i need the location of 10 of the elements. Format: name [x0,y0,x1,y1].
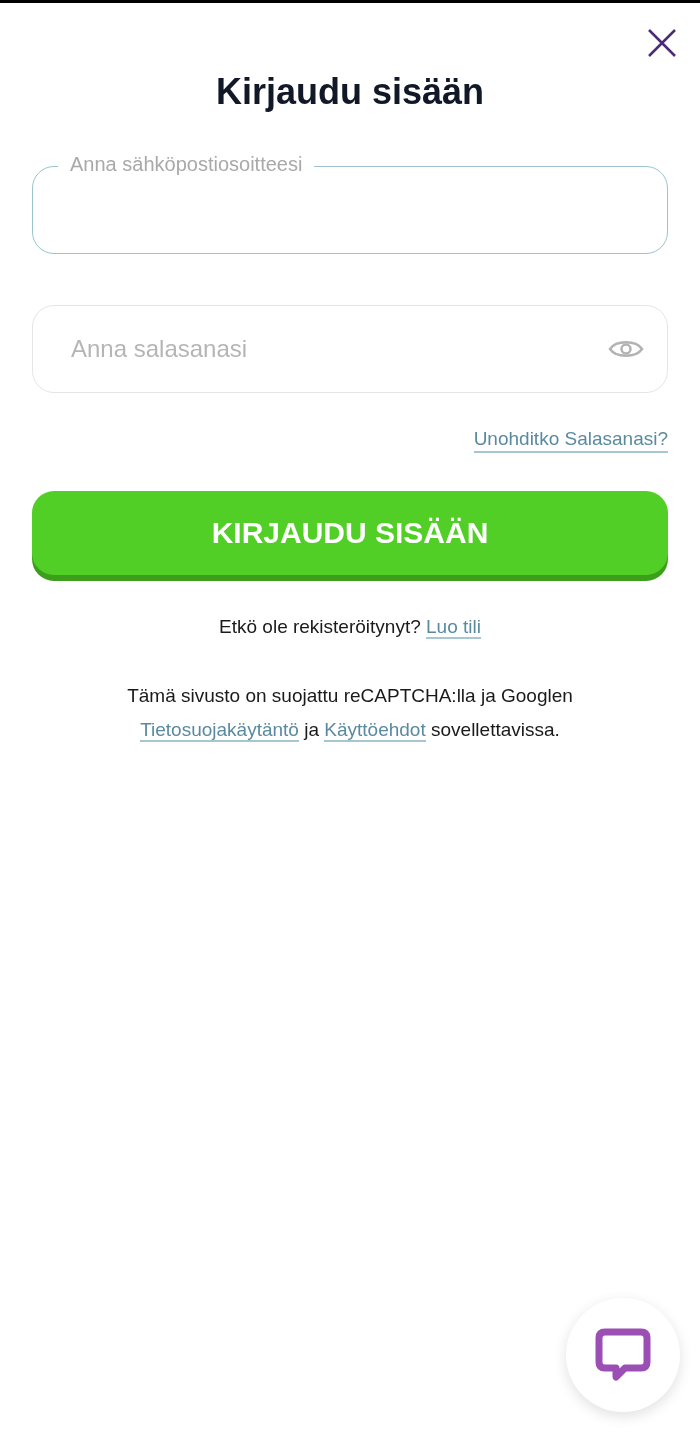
policy-link[interactable]: Käyttöehdot [324,719,426,743]
password-field[interactable]: Anna salasanasi [32,305,668,393]
forgot-password-link[interactable]: Unohditko Salasanasi? [473,427,668,453]
dialog-title: Kirjaudu sisään [214,70,486,114]
policy-link[interactable]: Tietosuojakäytäntö [140,719,299,743]
recaptcha-notice: Tämä sivusto on suojattu reCAPTCHA:lla ja Googlen Tietosuojakäytäntö ja Käyttöehdot sovellettavissa. [126,684,574,745]
create-account-link[interactable]: Luo tili [426,615,481,639]
chat-bubble-icon [595,1327,651,1383]
register-prompt: Etkö ole rekisteröitynyt? Luo tili [218,614,482,641]
close-icon [647,28,677,58]
